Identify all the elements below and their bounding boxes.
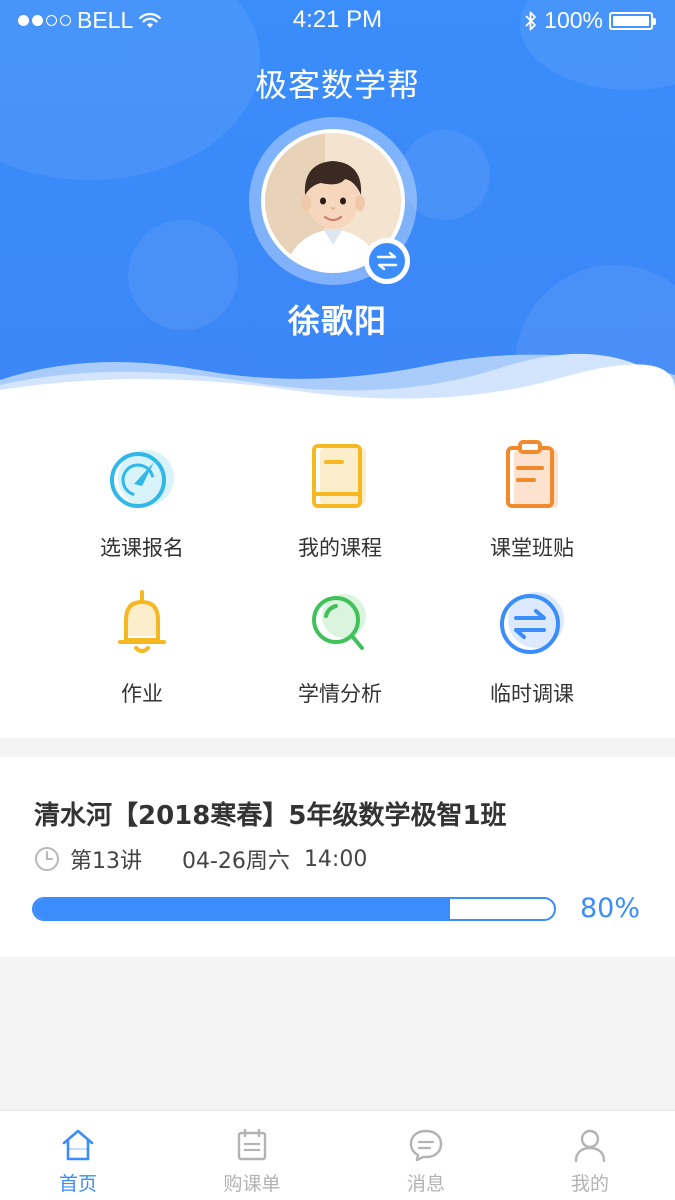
course-schedule: 第13讲 04-26周六 14:00 (34, 843, 367, 875)
chat-icon (409, 1129, 443, 1162)
bottom-tab-bar: 首页 购课单 消息 我的 (0, 1110, 675, 1200)
course-progress-fill (34, 899, 450, 919)
upcoming-course-card[interactable]: 清水河【2018寒春】5年级数学极智1班 第13讲 04-26周六 14:00 … (0, 757, 675, 957)
course-time: 14:00 (303, 846, 368, 872)
menu-grid: 选课报名 我的课程 课堂班贴 作业 学情分析 临时调课 (0, 410, 675, 738)
magnifier-icon (312, 594, 366, 650)
course-title: 清水河【2018寒春】5年级数学极智1班 (34, 801, 507, 831)
clock-icon (35, 847, 59, 871)
user-icon (574, 1129, 606, 1163)
tab-label: 购课单 (223, 1173, 281, 1195)
switch-account-button[interactable] (364, 238, 410, 284)
wave-decor (0, 353, 675, 410)
tab-label: 首页 (58, 1173, 97, 1195)
menu-label: 作业 (121, 682, 163, 706)
menu-label: 我的课程 (298, 536, 382, 560)
course-lecture: 第13讲 (70, 849, 142, 874)
menu-label: 临时调课 (490, 682, 574, 706)
tab-label: 我的 (570, 1173, 609, 1195)
menu-label: 学情分析 (298, 682, 382, 706)
menu-item-reschedule[interactable]: 临时调课 (432, 586, 632, 708)
bell-icon (118, 590, 166, 653)
menu-label: 选课报名 (100, 536, 184, 560)
swap-icon (376, 251, 398, 271)
course-progress-bar (32, 897, 556, 921)
compass-icon (110, 450, 174, 508)
tab-profile[interactable]: 我的 (506, 1111, 674, 1200)
tab-home[interactable]: 首页 (0, 1111, 162, 1200)
app-title: 极客数学帮 (254, 66, 420, 104)
book-icon (312, 444, 366, 508)
menu-item-class-notes[interactable]: 课堂班贴 (432, 440, 632, 562)
username: 徐歌阳 (287, 302, 387, 340)
course-date: 04-26周六 (182, 849, 290, 874)
profile-header: BELL 4:21 PM 100% 极客数学帮 徐歌阳 (0, 0, 675, 410)
swap-icon (500, 592, 564, 654)
menu-item-homework[interactable]: 作业 (42, 586, 242, 708)
bluetooth-icon (525, 11, 537, 30)
status-right: 100% (524, 7, 656, 34)
battery-icon (609, 11, 656, 30)
clipboard-icon (506, 440, 558, 508)
tab-cart[interactable]: 购课单 (168, 1111, 336, 1200)
menu-item-course-signup[interactable]: 选课报名 (42, 440, 242, 562)
tab-label: 消息 (406, 1173, 445, 1195)
battery-percent: 100% (544, 7, 603, 33)
status-bar: BELL 4:21 PM 100% (0, 0, 675, 40)
calendar-icon (237, 1128, 267, 1161)
tab-messages[interactable]: 消息 (342, 1111, 510, 1200)
menu-item-my-courses[interactable]: 我的课程 (240, 440, 440, 562)
menu-item-learning-analysis[interactable]: 学情分析 (240, 586, 440, 708)
menu-label: 课堂班贴 (490, 536, 574, 560)
home-icon (62, 1129, 94, 1161)
course-progress-label: 80% (580, 893, 641, 924)
